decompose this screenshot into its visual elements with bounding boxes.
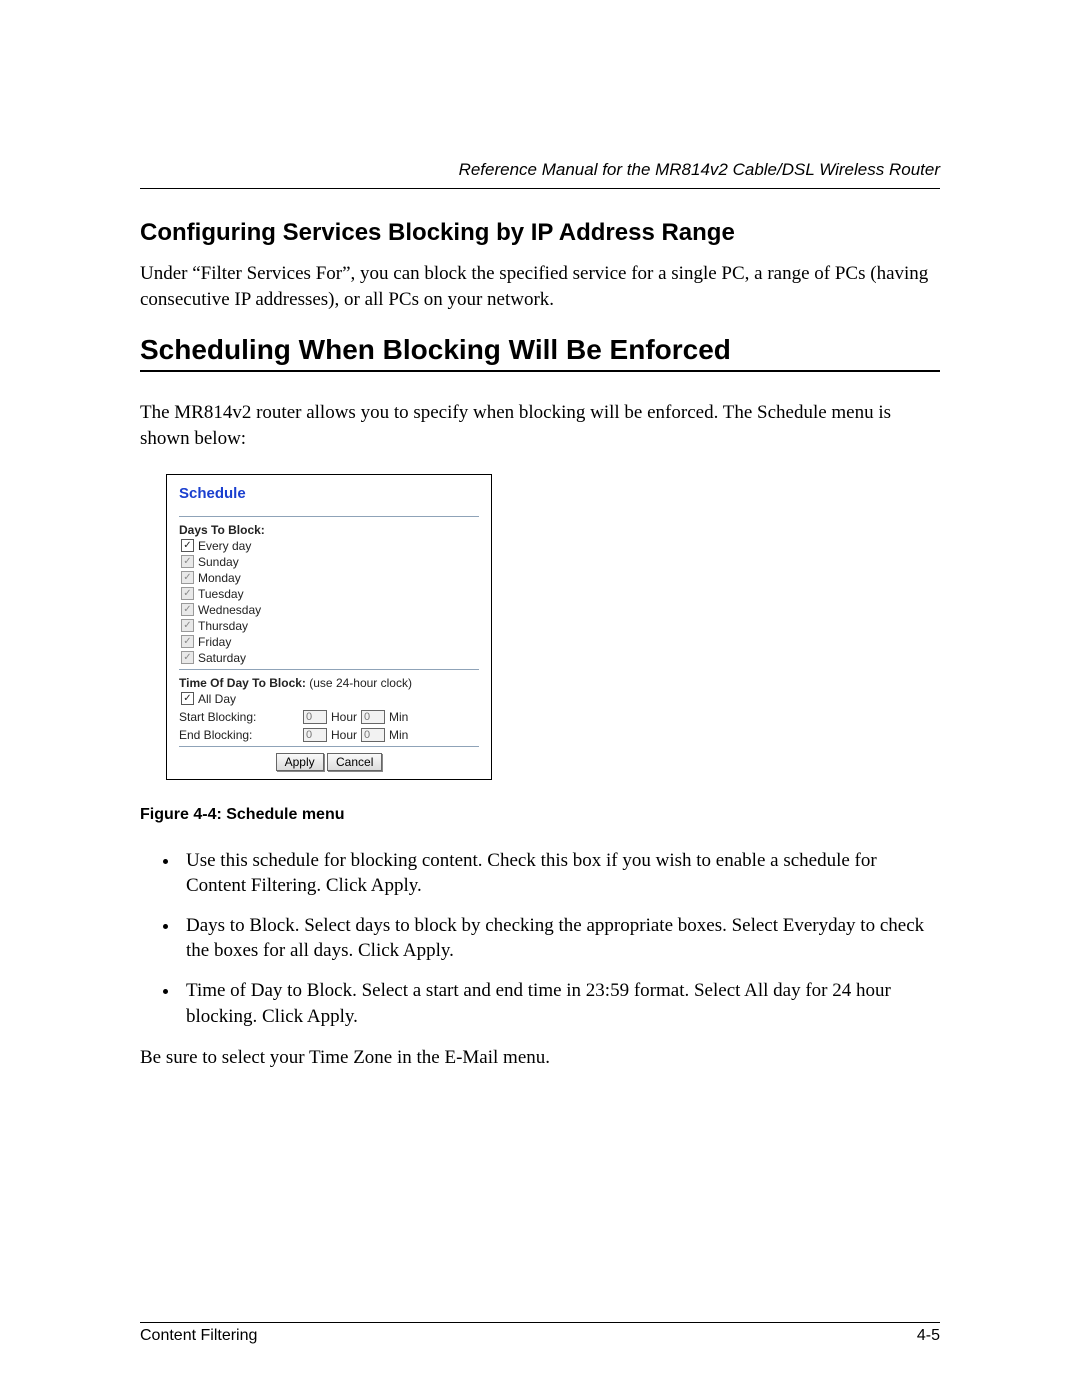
closing-paragraph: Be sure to select your Time Zone in the … xyxy=(140,1045,940,1071)
panel-divider xyxy=(179,746,479,747)
list-item: Time of Day to Block. Select a start and… xyxy=(180,978,940,1029)
time-of-day-label: Time Of Day To Block: (use 24-hour clock… xyxy=(179,676,479,690)
checkbox-day[interactable]: Every day xyxy=(181,539,479,553)
day-label: Wednesday xyxy=(198,603,261,617)
schedule-panel-title: Schedule xyxy=(179,485,479,502)
list-item: Days to Block. Select days to block by c… xyxy=(180,913,940,964)
min-label: Min xyxy=(389,710,408,724)
day-label: Tuesday xyxy=(198,587,244,601)
checkbox-day: Saturday xyxy=(181,651,479,665)
start-blocking-label: Start Blocking: xyxy=(179,710,299,724)
footer-left: Content Filtering xyxy=(140,1327,257,1345)
section-heading-ip-range: Configuring Services Blocking by IP Addr… xyxy=(140,219,940,247)
day-label: Every day xyxy=(198,539,251,553)
end-hour-input[interactable] xyxy=(303,728,327,742)
section2-intro: The MR814v2 router allows you to specify… xyxy=(140,400,940,451)
checkbox-day: Monday xyxy=(181,571,479,585)
panel-divider xyxy=(179,516,479,517)
checkbox-icon xyxy=(181,619,194,632)
checkbox-day: Thursday xyxy=(181,619,479,633)
day-label: Sunday xyxy=(198,555,239,569)
figure-caption: Figure 4-4: Schedule menu xyxy=(140,806,940,824)
apply-button[interactable]: Apply xyxy=(276,753,324,771)
hour-label: Hour xyxy=(331,710,357,724)
end-blocking-label: End Blocking: xyxy=(179,728,299,742)
running-header: Reference Manual for the MR814v2 Cable/D… xyxy=(140,160,940,180)
page-footer: Content Filtering 4-5 xyxy=(140,1314,940,1345)
end-blocking-row: End Blocking: Hour Min xyxy=(179,728,479,742)
all-day-label: All Day xyxy=(198,692,236,706)
end-min-input[interactable] xyxy=(361,728,385,742)
header-rule xyxy=(140,188,940,189)
day-label: Thursday xyxy=(198,619,248,633)
checkbox-icon xyxy=(181,651,194,664)
checkbox-icon xyxy=(181,603,194,616)
min-label: Min xyxy=(389,728,408,742)
cancel-button[interactable]: Cancel xyxy=(327,753,382,771)
checkbox-icon xyxy=(181,555,194,568)
checkbox-icon xyxy=(181,587,194,600)
start-hour-input[interactable] xyxy=(303,710,327,724)
feature-bullet-list: Use this schedule for blocking content. … xyxy=(140,848,940,1030)
schedule-panel: Schedule Days To Block: Every day Sunday M… xyxy=(166,474,492,780)
checkbox-icon xyxy=(181,635,194,648)
checkbox-icon xyxy=(181,692,194,705)
checkbox-all-day[interactable]: All Day xyxy=(181,692,479,706)
section1-paragraph: Under “Filter Services For”, you can blo… xyxy=(140,261,940,312)
footer-rule xyxy=(140,1322,940,1323)
checkbox-day: Sunday xyxy=(181,555,479,569)
checkbox-day: Tuesday xyxy=(181,587,479,601)
list-item: Use this schedule for blocking content. … xyxy=(180,848,940,899)
start-blocking-row: Start Blocking: Hour Min xyxy=(179,710,479,724)
hour-label: Hour xyxy=(331,728,357,742)
days-to-block-label: Days To Block: xyxy=(179,523,479,537)
panel-divider xyxy=(179,669,479,670)
section-heading-scheduling: Scheduling When Blocking Will Be Enforce… xyxy=(140,334,940,366)
section-rule xyxy=(140,370,940,372)
footer-page-number: 4-5 xyxy=(917,1327,940,1345)
day-label: Saturday xyxy=(198,651,246,665)
day-label: Friday xyxy=(198,635,231,649)
start-min-input[interactable] xyxy=(361,710,385,724)
checkbox-day: Wednesday xyxy=(181,603,479,617)
checkbox-icon xyxy=(181,571,194,584)
checkbox-day: Friday xyxy=(181,635,479,649)
checkbox-icon xyxy=(181,539,194,552)
day-label: Monday xyxy=(198,571,241,585)
